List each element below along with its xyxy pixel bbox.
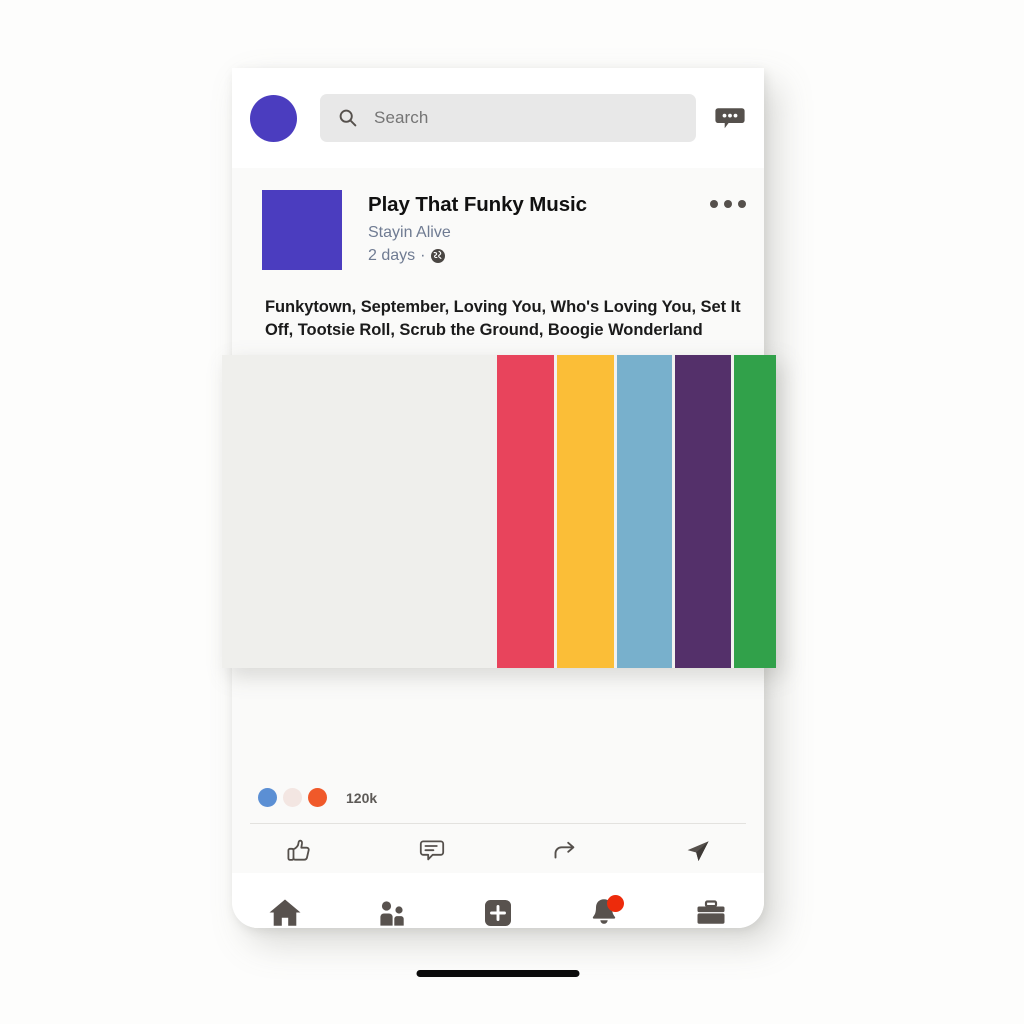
search-icon [338, 108, 358, 128]
nav-jobs[interactable] [658, 873, 764, 953]
post-timestamp-row: 2 days · [368, 247, 710, 265]
nav-home[interactable] [232, 873, 338, 953]
recommend-button[interactable]: Recommend [232, 830, 365, 873]
post-title: Play That Funky Music [368, 193, 587, 216]
post-actions-bar: Recommend Comment [232, 830, 764, 873]
stripe-blue [617, 355, 672, 668]
reactions-row[interactable]: 120k [232, 788, 764, 807]
search-input[interactable]: Search [320, 94, 696, 142]
share-arrow-icon [550, 836, 580, 866]
post-subtitle: Stayin Alive [368, 223, 451, 241]
messages-bubble-icon [715, 105, 745, 132]
reaction-heart [283, 788, 302, 807]
messages-button[interactable] [696, 105, 764, 132]
search-placeholder-text: Search [374, 108, 429, 127]
send-plane-icon [683, 836, 713, 866]
stripe-green [734, 355, 776, 668]
home-icon [265, 893, 305, 933]
post-timestamp-text: 2 days [368, 246, 416, 264]
comment-button[interactable]: Comment [365, 830, 498, 873]
bottom-nav-bar [232, 873, 764, 977]
post-thumbnail[interactable] [262, 190, 342, 270]
post-header: Play That Funky Music Stayin Alive 2 day… [232, 168, 764, 270]
screenshot-canvas: Search Play That Funky Music Stayin Aliv… [0, 0, 1024, 1024]
send-button[interactable]: Send [631, 830, 764, 873]
kebab-more-icon[interactable] [710, 190, 746, 208]
reaction-count: 120k [346, 789, 378, 806]
top-bar: Search [232, 68, 764, 168]
stripe-yellow [557, 355, 614, 668]
thumbs-up-icon [284, 836, 314, 866]
nav-notifications[interactable] [551, 873, 657, 953]
media-blank-area [222, 355, 497, 668]
plus-square-icon [478, 893, 518, 933]
briefcase-icon [691, 893, 731, 933]
nav-post[interactable] [445, 873, 551, 953]
post-media-stripes[interactable] [222, 355, 776, 668]
notification-badge [606, 895, 624, 912]
reaction-like [258, 788, 277, 807]
post-meta: Play That Funky Music Stayin Alive 2 day… [368, 190, 710, 265]
reaction-celebrate [308, 788, 327, 807]
stripe-red [497, 355, 554, 668]
people-network-icon [372, 893, 412, 933]
globe-icon [430, 248, 446, 264]
home-indicator-bar [416, 970, 580, 977]
post-body-text: Funkytown, September, Loving You, Who's … [265, 298, 741, 340]
post-timestamp-separator: · [420, 246, 426, 264]
profile-avatar[interactable] [250, 94, 297, 142]
actions-divider [250, 823, 746, 824]
share-button[interactable]: Share [498, 830, 631, 873]
bottom-nav-items [232, 873, 764, 953]
nav-network[interactable] [338, 873, 444, 953]
comment-bubble-icon [417, 836, 447, 866]
stripe-purple [675, 355, 731, 668]
